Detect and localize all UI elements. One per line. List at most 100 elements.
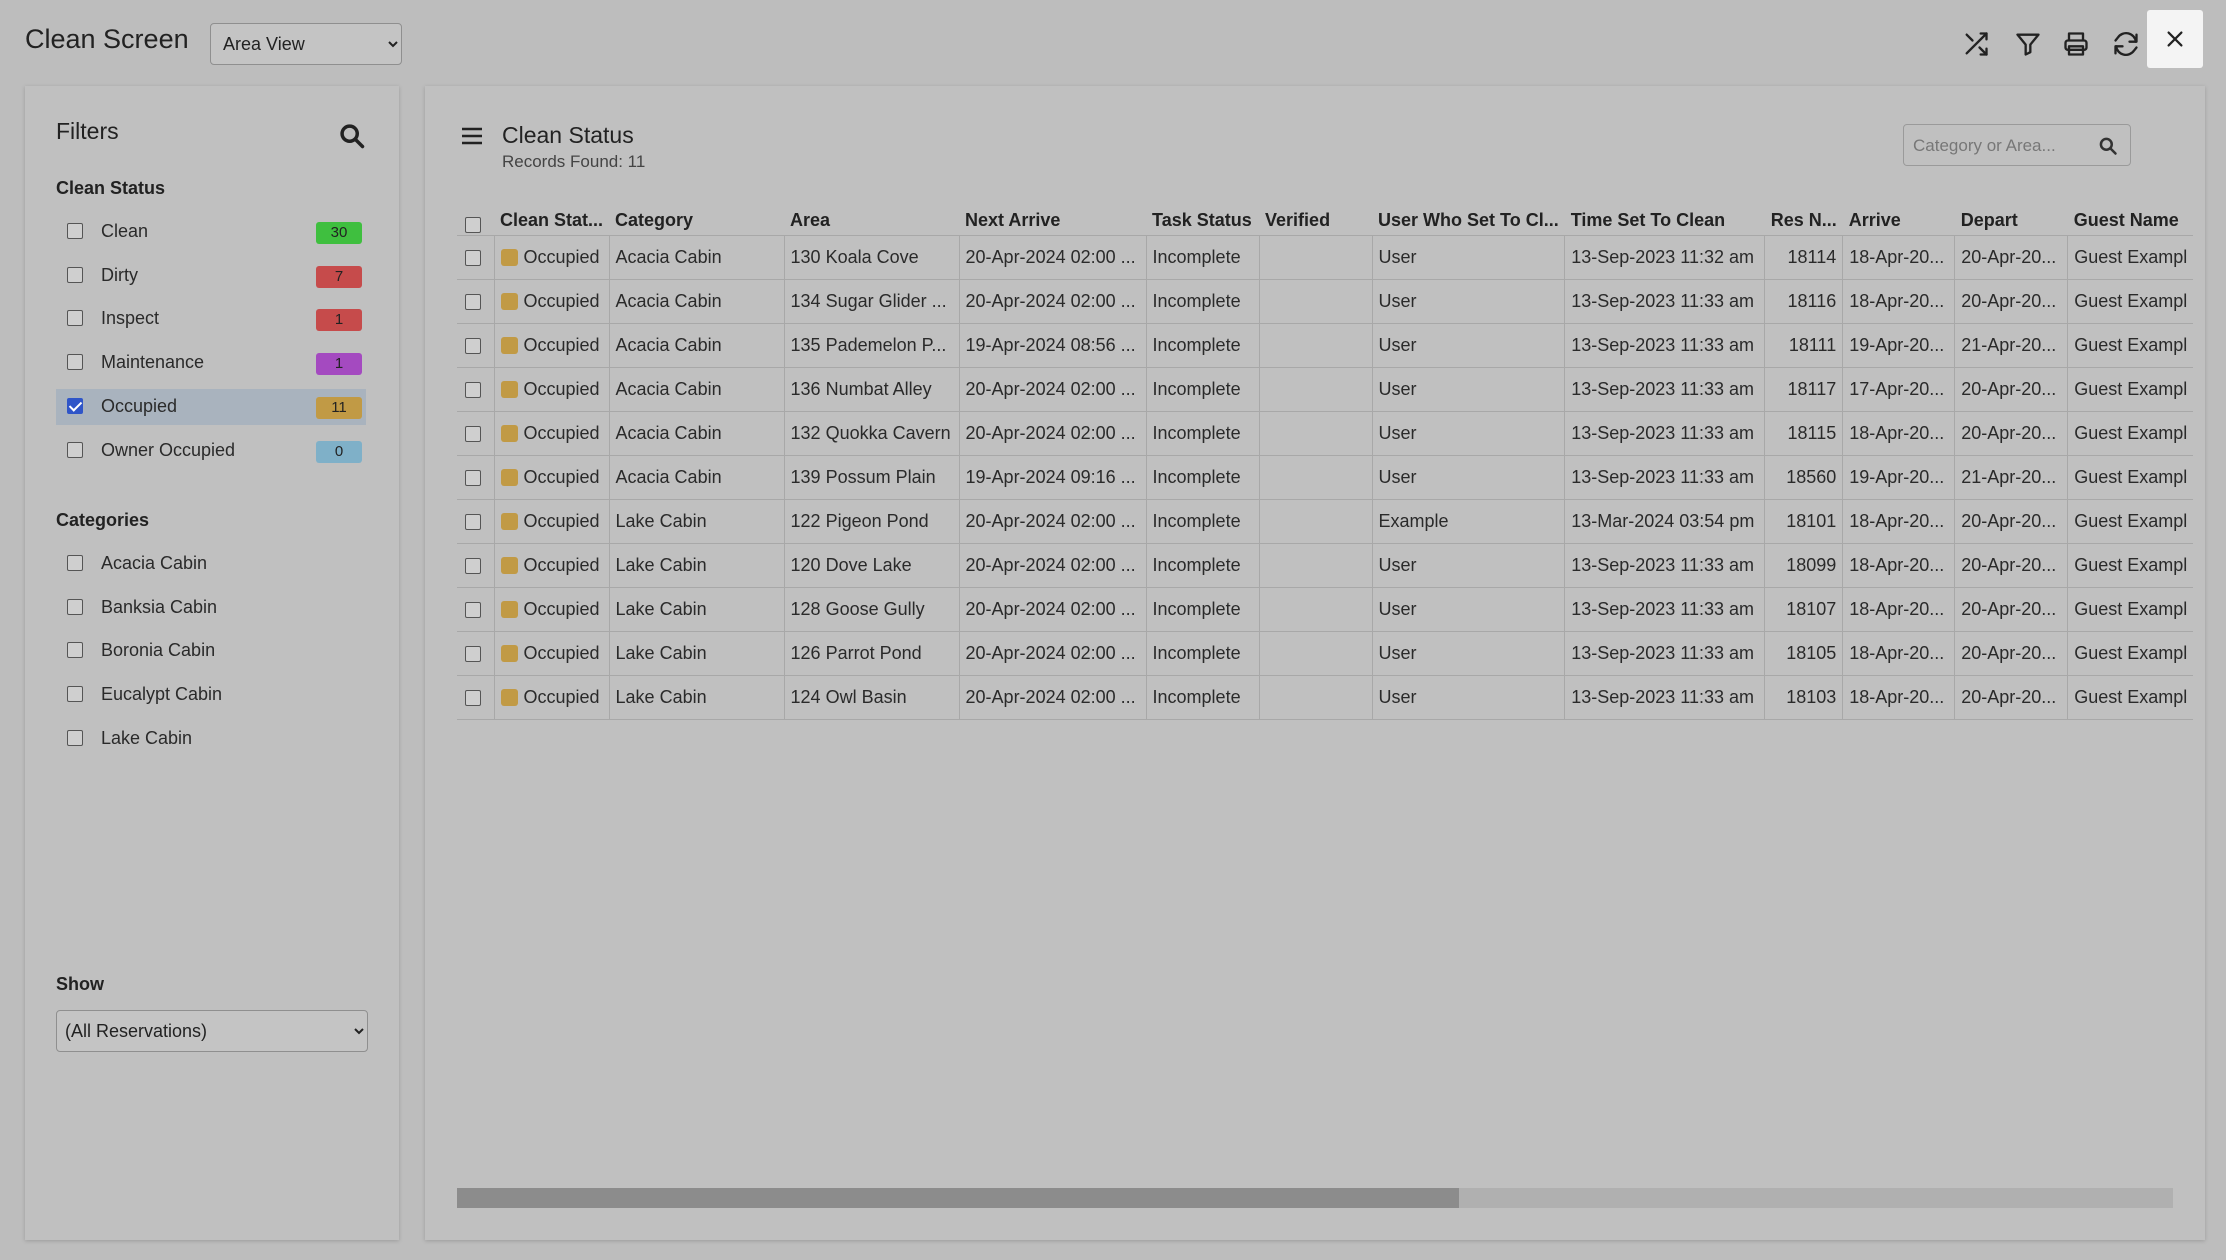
status-text: Occupied bbox=[523, 555, 600, 575]
table-cell: 20-Apr-2024 02:00 ... bbox=[958, 631, 1147, 676]
row-checkbox[interactable] bbox=[465, 690, 481, 707]
category-search-input[interactable] bbox=[1904, 125, 2105, 167]
column-header[interactable]: Task Status bbox=[1146, 201, 1260, 236]
row-select-cell[interactable] bbox=[457, 323, 494, 368]
row-select-cell[interactable] bbox=[457, 411, 494, 456]
horizontal-scrollbar[interactable] bbox=[457, 1188, 2173, 1208]
table-row[interactable]: Occupied Acacia Cabin 130 Koala Cove 20-Apr… bbox=[457, 235, 2194, 280]
row-select-cell[interactable] bbox=[457, 279, 494, 324]
filter-checkbox[interactable] bbox=[67, 310, 83, 327]
row-checkbox[interactable] bbox=[465, 382, 481, 399]
status-filter-dirty[interactable]: Dirty 7 bbox=[56, 258, 366, 294]
row-select-cell[interactable] bbox=[457, 499, 494, 544]
row-checkbox[interactable] bbox=[465, 250, 481, 267]
filter-checkbox[interactable] bbox=[67, 598, 83, 615]
filter-checkbox[interactable] bbox=[67, 223, 83, 239]
category-filter-boronia-cabin[interactable]: Boronia Cabin bbox=[56, 633, 366, 669]
table-row[interactable]: Occupied Acacia Cabin 139 Possum Plain 19-A… bbox=[457, 455, 2194, 500]
column-header[interactable]: Guest Name bbox=[2067, 201, 2194, 236]
scrollbar-thumb[interactable] bbox=[457, 1188, 1459, 1208]
row-checkbox[interactable] bbox=[465, 514, 481, 531]
table-row[interactable]: Occupied Acacia Cabin 132 Quokka Cavern 20-… bbox=[457, 411, 2194, 456]
table-row[interactable]: Occupied Acacia Cabin 136 Numbat Alley 20-A… bbox=[457, 367, 2194, 412]
filter-checkbox[interactable] bbox=[67, 266, 83, 283]
print-button[interactable] bbox=[2056, 24, 2096, 64]
table-cell: Guest Exampl bbox=[2067, 543, 2194, 588]
row-select-cell[interactable] bbox=[457, 675, 494, 720]
category-filter-acacia-cabin[interactable]: Acacia Cabin bbox=[56, 546, 366, 582]
table-row[interactable]: Occupied Lake Cabin 128 Goose Gully 20-Apr-… bbox=[457, 587, 2194, 632]
row-checkbox[interactable] bbox=[465, 558, 481, 575]
column-header[interactable]: Clean Stat... bbox=[494, 201, 610, 236]
table-cell bbox=[1258, 631, 1373, 676]
shuffle-button[interactable] bbox=[1956, 24, 1996, 64]
table-cell: 20-Apr-2024 02:00 ... bbox=[958, 367, 1147, 412]
table-cell: 18-Apr-20... bbox=[1842, 543, 1955, 588]
column-header[interactable]: Res N... bbox=[1764, 201, 1843, 236]
row-select-cell[interactable] bbox=[457, 367, 494, 412]
column-header[interactable]: Next Arrive bbox=[959, 201, 1147, 236]
row-checkbox[interactable] bbox=[465, 602, 481, 619]
column-header[interactable]: Time Set To Clean bbox=[1564, 201, 1765, 236]
table-row[interactable]: Occupied Lake Cabin 120 Dove Lake 20-Apr-20… bbox=[457, 543, 2194, 588]
category-search bbox=[1903, 124, 2131, 167]
table-cell: Occupied bbox=[493, 543, 610, 588]
table-cell: 13-Sep-2023 11:33 am bbox=[1564, 411, 1765, 456]
row-select-cell[interactable] bbox=[457, 631, 494, 676]
filter-checkbox[interactable] bbox=[67, 729, 83, 746]
table-cell: 13-Sep-2023 11:33 am bbox=[1564, 367, 1765, 412]
row-checkbox[interactable] bbox=[465, 646, 481, 663]
column-header[interactable]: Depart bbox=[1954, 201, 2068, 236]
refresh-button[interactable] bbox=[2106, 24, 2146, 64]
filter-label: Boronia Cabin bbox=[101, 640, 216, 661]
table-row[interactable]: Occupied Lake Cabin 122 Pigeon Pond 20-Apr-… bbox=[457, 499, 2194, 544]
table-row[interactable]: Occupied Acacia Cabin 135 Pademelon P... 19… bbox=[457, 323, 2194, 368]
status-filter-occupied[interactable]: Occupied 11 bbox=[56, 388, 366, 425]
status-filter-maintenance[interactable]: Maintenance 1 bbox=[56, 345, 366, 381]
view-select[interactable]: Area View bbox=[210, 23, 402, 65]
column-header[interactable]: Verified bbox=[1259, 201, 1373, 236]
filter-checkbox[interactable] bbox=[67, 441, 83, 458]
search-icon[interactable] bbox=[2098, 136, 2118, 156]
row-checkbox[interactable] bbox=[465, 426, 481, 443]
table-cell: 18-Apr-20... bbox=[1842, 675, 1955, 720]
row-select-cell[interactable] bbox=[457, 455, 494, 500]
category-filter-lake-cabin[interactable]: Lake Cabin bbox=[56, 721, 366, 757]
filter-checkbox[interactable] bbox=[67, 555, 83, 571]
filter-checkbox[interactable] bbox=[67, 686, 83, 703]
table-cell: User bbox=[1371, 235, 1565, 280]
row-select-cell[interactable] bbox=[457, 235, 494, 280]
column-header[interactable]: User Who Set To Cl... bbox=[1372, 201, 1565, 236]
show-select[interactable]: (All Reservations) bbox=[56, 1010, 368, 1052]
table-row[interactable]: Occupied Acacia Cabin 134 Sugar Glider ...… bbox=[457, 279, 2194, 324]
search-icon[interactable] bbox=[338, 122, 366, 150]
table-cell bbox=[1258, 455, 1373, 500]
category-filter-eucalypt-cabin[interactable]: Eucalypt Cabin bbox=[56, 677, 366, 713]
filter-checkbox[interactable] bbox=[67, 354, 83, 371]
row-checkbox[interactable] bbox=[465, 294, 481, 311]
row-select-cell[interactable] bbox=[457, 587, 494, 632]
table-cell: 128 Goose Gully bbox=[783, 587, 960, 632]
status-filter-inspect[interactable]: Inspect 1 bbox=[56, 301, 366, 337]
table-row[interactable]: Occupied Lake Cabin 126 Parrot Pond 20-Apr-… bbox=[457, 631, 2194, 676]
menu-icon[interactable] bbox=[461, 126, 483, 146]
status-filter-clean[interactable]: Clean 30 bbox=[56, 214, 366, 250]
table-cell: 124 Owl Basin bbox=[783, 675, 960, 720]
close-button[interactable] bbox=[2147, 10, 2203, 68]
category-filter-banksia-cabin[interactable]: Banksia Cabin bbox=[56, 590, 366, 626]
select-all-cell[interactable] bbox=[457, 201, 494, 236]
column-header[interactable]: Arrive bbox=[1842, 201, 1955, 236]
table-cell: 13-Sep-2023 11:33 am bbox=[1564, 279, 1765, 324]
row-select-cell[interactable] bbox=[457, 543, 494, 588]
row-checkbox[interactable] bbox=[465, 338, 481, 355]
column-header[interactable]: Category bbox=[609, 201, 785, 236]
status-filter-owner-occupied[interactable]: Owner Occupied 0 bbox=[56, 433, 366, 469]
filter-checkbox[interactable] bbox=[67, 642, 83, 659]
row-checkbox[interactable] bbox=[465, 470, 481, 487]
table-row[interactable]: Occupied Lake Cabin 124 Owl Basin 20-Apr-20… bbox=[457, 675, 2194, 720]
filter-button[interactable] bbox=[2008, 24, 2048, 64]
filter-checkbox[interactable] bbox=[67, 397, 83, 414]
select-all-checkbox[interactable] bbox=[465, 217, 481, 234]
column-header[interactable]: Area bbox=[784, 201, 960, 236]
table-cell: 20-Apr-20... bbox=[1954, 367, 2068, 412]
